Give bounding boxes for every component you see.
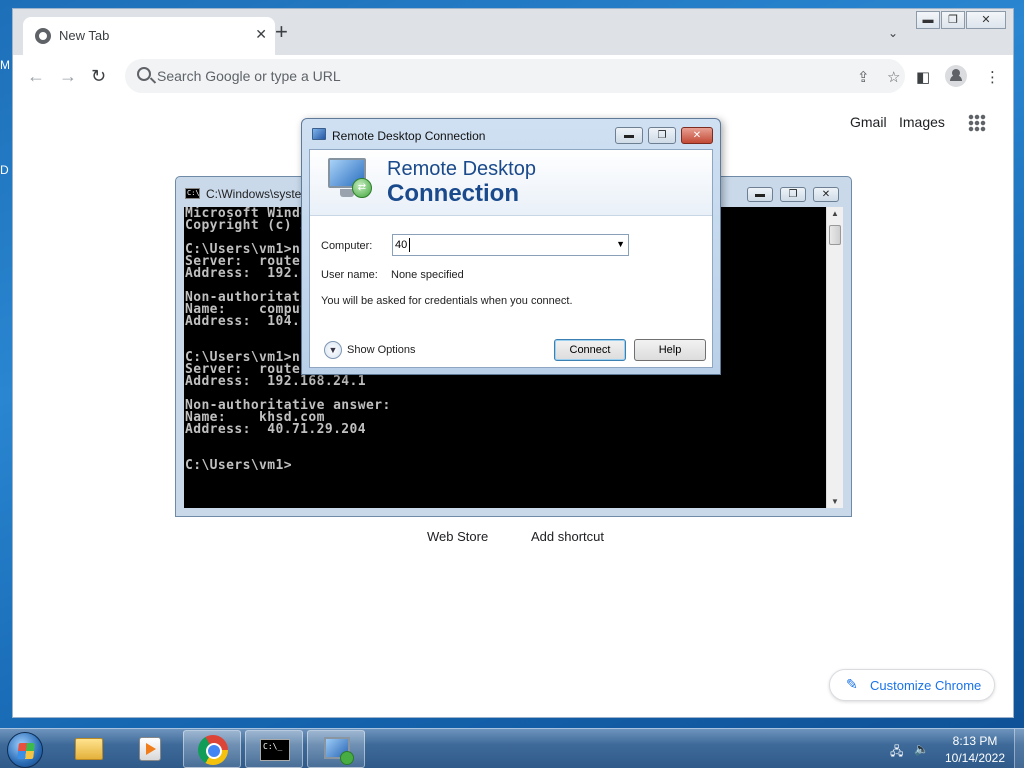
pencil-icon: ✎ bbox=[846, 676, 858, 692]
rdp-minimize-button[interactable]: ▬ bbox=[615, 127, 643, 144]
rdp-app-icon bbox=[312, 128, 326, 140]
customize-chrome-button[interactable]: ✎ Customize Chrome bbox=[829, 669, 995, 701]
remote-desktop-dialog: Remote Desktop Connection ▬ ❐ ✕ ⇄ Remote… bbox=[301, 118, 721, 375]
computer-combobox[interactable]: ▼ bbox=[392, 234, 629, 256]
tab-close-icon[interactable]: ✕ bbox=[255, 26, 267, 43]
cmd-title: C:\Windows\syste bbox=[206, 187, 302, 201]
rdp-heading-line1: Remote Desktop bbox=[387, 158, 536, 180]
profile-avatar-icon[interactable] bbox=[945, 65, 967, 87]
tab-new-tab[interactable]: New Tab ✕ bbox=[23, 17, 275, 55]
address-bar-placeholder: Search Google or type a URL bbox=[157, 68, 341, 84]
tab-strip: New Tab ✕ + ⌄ ▬ ❐ ✕ bbox=[13, 9, 1013, 55]
help-button[interactable]: Help bbox=[634, 339, 706, 361]
remote-desktop-icon bbox=[324, 737, 354, 765]
minimize-button[interactable]: ▬ bbox=[916, 11, 940, 29]
scroll-down-icon[interactable]: ▼ bbox=[831, 497, 839, 506]
chrome-favicon-icon bbox=[35, 28, 51, 44]
text-cursor bbox=[409, 238, 410, 252]
rdp-titlebar[interactable]: Remote Desktop Connection ▬ ❐ ✕ bbox=[302, 119, 720, 149]
tab-title: New Tab bbox=[59, 28, 110, 43]
images-link[interactable]: Images bbox=[899, 114, 945, 130]
taskbar-chrome[interactable] bbox=[183, 730, 241, 768]
username-label: User name: bbox=[321, 269, 378, 281]
desktop-icon-label: M bbox=[0, 58, 10, 72]
chevron-down-icon[interactable]: ▼ bbox=[324, 341, 342, 359]
taskbar-cmd[interactable]: C:\_ bbox=[245, 730, 303, 768]
cmd-minimize-button[interactable]: ▬ bbox=[747, 187, 773, 202]
start-button[interactable] bbox=[7, 732, 43, 768]
address-bar[interactable]: Search Google or type a URL ⇪ ☆ bbox=[125, 59, 905, 93]
taskbar-explorer[interactable] bbox=[60, 730, 118, 768]
rdp-heading-line2: Connection bbox=[387, 180, 519, 207]
reload-icon[interactable]: ↻ bbox=[91, 66, 106, 87]
search-icon bbox=[137, 67, 151, 81]
media-player-icon bbox=[139, 737, 161, 761]
connect-button[interactable]: Connect bbox=[554, 339, 626, 361]
show-desktop-button[interactable] bbox=[1014, 729, 1024, 768]
new-tab-button[interactable]: + bbox=[275, 21, 288, 43]
show-options-link[interactable]: Show Options bbox=[347, 344, 415, 356]
computer-label: Computer: bbox=[321, 240, 373, 252]
taskbar-media-player[interactable] bbox=[121, 730, 179, 768]
side-panel-icon[interactable]: ◧ bbox=[916, 68, 930, 86]
volume-icon[interactable]: 🔈 bbox=[914, 742, 929, 756]
rdp-title: Remote Desktop Connection bbox=[332, 129, 486, 143]
desktop-icon-label: D bbox=[0, 163, 9, 177]
clock-date[interactable]: 10/14/2022 bbox=[940, 751, 1010, 765]
folder-icon bbox=[75, 738, 103, 760]
scroll-thumb[interactable] bbox=[829, 225, 841, 245]
credentials-note: You will be asked for credentials when y… bbox=[321, 295, 573, 307]
chrome-menu-icon[interactable]: ⋮ bbox=[985, 68, 1000, 86]
taskbar: C:\_ 🖧 🔈 8:13 PM 10/14/2022 bbox=[0, 728, 1024, 768]
restore-button[interactable]: ❐ bbox=[941, 11, 965, 29]
cmd-scrollbar[interactable]: ▲ ▼ bbox=[826, 207, 843, 508]
cmd-restore-button[interactable]: ❐ bbox=[780, 187, 806, 202]
rdp-client-area: ⇄ Remote Desktop Connection Computer: ▼ … bbox=[309, 149, 713, 368]
browser-toolbar: ← → ↻ Search Google or type a URL ⇪ ☆ ◧ … bbox=[13, 55, 1013, 97]
rdp-banner: ⇄ Remote Desktop Connection bbox=[310, 150, 712, 216]
shortcut-web-store[interactable]: Web Store bbox=[427, 529, 488, 544]
cmd-close-button[interactable]: ✕ bbox=[813, 187, 839, 202]
computer-input[interactable] bbox=[395, 237, 605, 253]
rdp-close-button[interactable]: ✕ bbox=[681, 127, 713, 144]
windows-logo-icon bbox=[17, 743, 35, 759]
forward-icon[interactable]: → bbox=[59, 66, 77, 87]
tab-search-icon[interactable]: ⌄ bbox=[888, 26, 898, 40]
cmd-taskbar-icon: C:\_ bbox=[260, 739, 290, 761]
scroll-up-icon[interactable]: ▲ bbox=[831, 209, 839, 218]
taskbar-remote-desktop[interactable] bbox=[307, 730, 365, 768]
shortcut-add[interactable]: Add shortcut bbox=[531, 529, 604, 544]
remote-desktop-logo-icon: ⇄ bbox=[328, 158, 372, 198]
cmd-icon: C:\ bbox=[185, 188, 200, 199]
chrome-icon bbox=[198, 735, 228, 765]
google-apps-icon[interactable] bbox=[968, 114, 986, 132]
share-icon[interactable]: ⇪ bbox=[857, 68, 870, 86]
username-value: None specified bbox=[391, 269, 464, 281]
close-button[interactable]: ✕ bbox=[966, 11, 1006, 29]
network-icon[interactable]: 🖧 bbox=[890, 742, 903, 763]
customize-chrome-label: Customize Chrome bbox=[870, 678, 982, 693]
dropdown-arrow-icon[interactable]: ▼ bbox=[616, 239, 625, 249]
rdp-restore-button[interactable]: ❐ bbox=[648, 127, 676, 144]
gmail-link[interactable]: Gmail bbox=[850, 114, 887, 130]
back-icon[interactable]: ← bbox=[27, 66, 45, 87]
bookmark-star-icon[interactable]: ☆ bbox=[887, 68, 900, 86]
clock-time[interactable]: 8:13 PM bbox=[940, 734, 1010, 748]
